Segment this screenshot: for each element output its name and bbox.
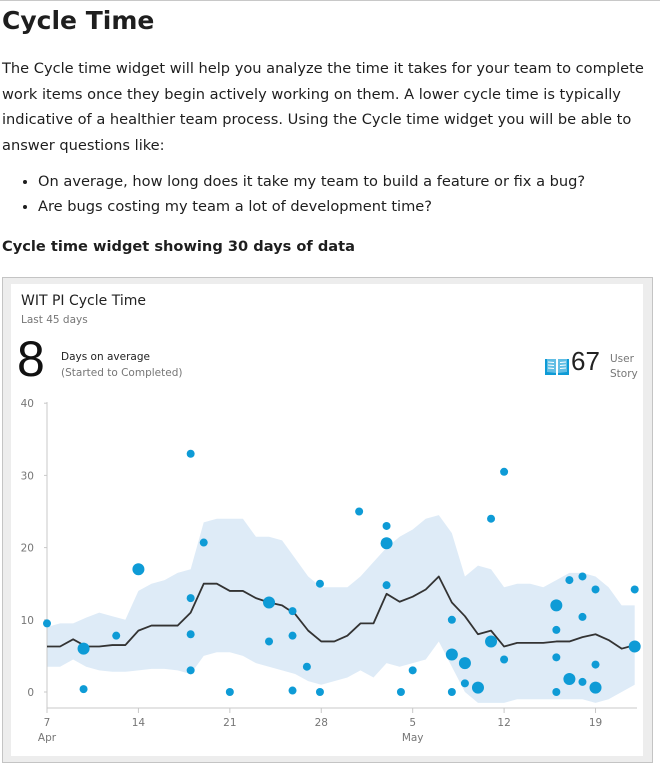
average-label: Days on average [61,351,150,363]
average-sublabel: (Started to Completed) [61,367,183,379]
item-count: 67 [571,346,600,376]
item-type-line1: User [610,353,634,365]
widget-subtitle: Last 45 days [21,314,88,326]
average-value: 8 [17,331,45,387]
question-list: On average, how long does it take my tea… [2,170,660,219]
figure-caption: Cycle time widget showing 30 days of dat… [2,238,355,255]
top-divider [0,0,660,1]
list-item: On average, how long does it take my tea… [38,170,660,195]
widget-frame: WIT PI Cycle Time Last 45 days 8 Days on… [2,277,653,763]
widget-title: WIT PI Cycle Time [21,293,146,309]
item-type-line2: Story [610,368,638,380]
intro-paragraph: The Cycle time widget will help you anal… [2,60,644,154]
cycle-time-widget[interactable]: WIT PI Cycle Time Last 45 days 8 Days on… [11,284,643,756]
book-icon [545,357,569,375]
page-title: Cycle Time [2,6,155,35]
list-item: Are bugs costing my team a lot of develo… [38,195,660,220]
